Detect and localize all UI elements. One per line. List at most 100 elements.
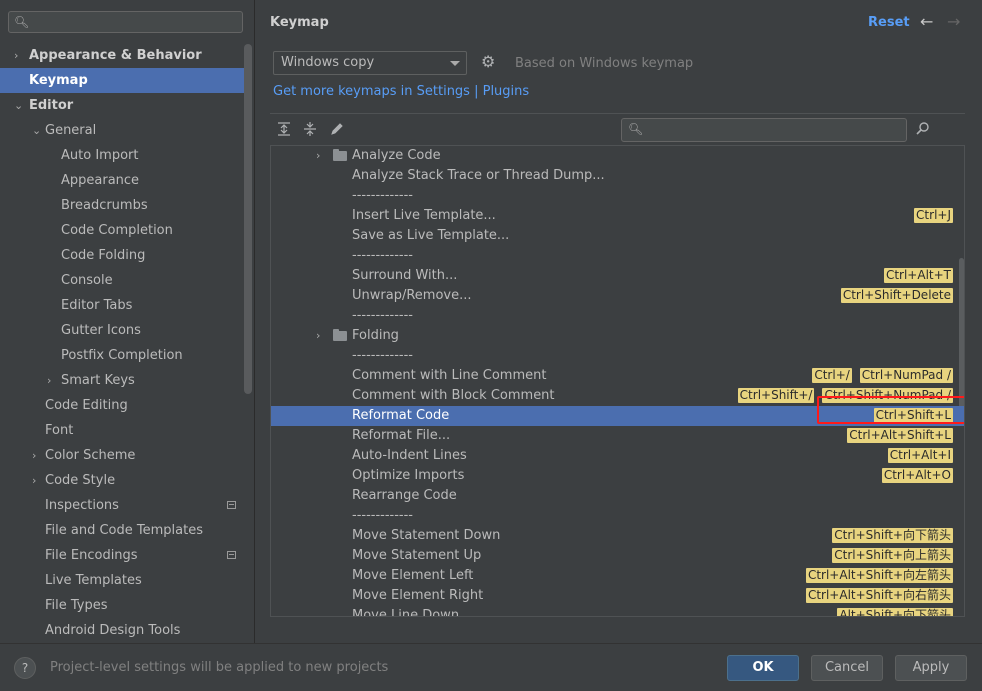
action-row[interactable]: Optimize Imports Ctrl+Alt+O (271, 466, 964, 486)
sidebar-item[interactable]: › Code Style (0, 468, 252, 493)
action-row[interactable]: Rearrange Code (271, 486, 964, 506)
action-name: ------------- (352, 248, 413, 263)
sidebar-item[interactable]: Console (0, 268, 252, 293)
reset-link[interactable]: Reset (868, 15, 910, 30)
forward-arrow-icon[interactable]: → (947, 12, 960, 31)
sidebar-item-label: Editor Tabs (61, 298, 133, 313)
sidebar-item[interactable]: Editor Tabs (0, 293, 252, 318)
more-keymaps-link[interactable]: Get more keymaps in Settings | Plugins (273, 84, 529, 99)
action-row[interactable]: ------------- (271, 306, 964, 326)
chevron-right-icon[interactable]: › (32, 443, 36, 468)
sidebar-item-label: Postfix Completion (61, 348, 183, 363)
action-row[interactable]: Unwrap/Remove... Ctrl+Shift+Delete (271, 286, 964, 306)
ok-button[interactable]: OK (727, 655, 799, 681)
sidebar-item[interactable]: Auto Import (0, 143, 252, 168)
action-name: Comment with Line Comment (352, 368, 547, 383)
action-name: Rearrange Code (352, 488, 457, 503)
apply-button[interactable]: Apply (895, 655, 967, 681)
action-name: Reformat File... (352, 428, 451, 443)
action-name: Move Line Down (352, 608, 460, 617)
keymap-select[interactable]: Windows copy (273, 51, 467, 75)
sidebar-item-label: Color Scheme (45, 448, 136, 463)
sidebar-item[interactable]: File Encodings (0, 543, 252, 568)
chevron-right-icon[interactable]: › (14, 43, 18, 68)
action-row[interactable]: ------------- (271, 346, 964, 366)
edit-icon[interactable] (329, 122, 345, 138)
sidebar-item-label: Appearance (61, 173, 140, 188)
chevron-down-icon[interactable]: ⌄ (14, 93, 23, 118)
help-button[interactable]: ? (14, 657, 36, 679)
settings-search-input[interactable]: 🔍︎ (8, 11, 243, 33)
action-group-row[interactable]: › Analyze Code (271, 146, 964, 166)
action-row[interactable]: ------------- (271, 186, 964, 206)
action-row[interactable]: Reformat Code Ctrl+Shift+L (271, 406, 964, 426)
keymap-panel: Keymap Reset ← → Windows copy ⚙ Based on… (255, 0, 982, 643)
chevron-right-icon[interactable]: › (316, 326, 320, 346)
action-row[interactable]: Move Statement Down Ctrl+Shift+向下箭头 (271, 526, 964, 546)
shortcut-badge: Ctrl+Shift+/ (737, 388, 815, 403)
sidebar-item[interactable]: Font (0, 418, 252, 443)
action-row[interactable]: Auto-Indent Lines Ctrl+Alt+I (271, 446, 964, 466)
sidebar-item[interactable]: Postfix Completion (0, 343, 252, 368)
sidebar-scrollbar[interactable] (244, 44, 252, 394)
sidebar-item[interactable]: › Smart Keys (0, 368, 252, 393)
sidebar-item[interactable]: Code Completion (0, 218, 252, 243)
action-row[interactable]: Insert Live Template... Ctrl+J (271, 206, 964, 226)
page-title: Keymap (270, 15, 329, 30)
action-name: ------------- (352, 308, 413, 323)
chevron-down-icon[interactable]: ⌄ (32, 118, 41, 143)
sidebar-item[interactable]: Appearance (0, 168, 252, 193)
find-shortcut-icon[interactable] (915, 121, 931, 141)
action-row[interactable]: Comment with Block Comment Ctrl+Shift+/Ct… (271, 386, 964, 406)
cancel-button[interactable]: Cancel (811, 655, 883, 681)
sidebar-item[interactable]: Code Folding (0, 243, 252, 268)
expand-all-icon[interactable] (276, 122, 292, 138)
action-row[interactable]: Move Statement Up Ctrl+Shift+向上箭头 (271, 546, 964, 566)
action-name: ------------- (352, 188, 413, 203)
action-row[interactable]: Move Line Down Alt+Shift+向下箭头 (271, 606, 964, 617)
sidebar-item-label: Live Templates (45, 573, 142, 588)
action-row[interactable]: Comment with Line Comment Ctrl+/ Ctrl+NumP… (271, 366, 964, 386)
sidebar-item[interactable]: Inspections (0, 493, 252, 518)
action-row[interactable]: ------------- (271, 246, 964, 266)
action-row[interactable]: Analyze Stack Trace or Thread Dump... (271, 166, 964, 186)
sidebar-item[interactable]: File and Code Templates (0, 518, 252, 543)
collapse-all-icon[interactable] (302, 122, 318, 138)
sidebar-item[interactable]: Live Templates (0, 568, 252, 593)
action-row[interactable]: Move Element Left Ctrl+Alt+Shift+向左箭头 (271, 566, 964, 586)
chevron-right-icon[interactable]: › (32, 468, 36, 493)
sidebar-item-label: Editor (29, 98, 74, 113)
chevron-right-icon[interactable]: › (316, 146, 320, 166)
shortcut-list: Ctrl+Shift+/ Ctrl+Shift+NumPad / (737, 388, 953, 404)
shortcut-badge: Ctrl+NumPad / (859, 368, 953, 383)
action-row[interactable]: Surround With... Ctrl+Alt+T (271, 266, 964, 286)
action-row[interactable]: Reformat File... Ctrl+Alt+Shift+L (271, 426, 964, 446)
keymap-search-input[interactable]: 🔍︎ (621, 118, 907, 142)
shortcut-badge: Ctrl+Shift+向下箭头 (832, 528, 953, 543)
sidebar-item[interactable]: ⌄ Editor (0, 93, 252, 118)
sidebar-item[interactable]: Keymap (0, 68, 252, 93)
sidebar-item[interactable]: Breadcrumbs (0, 193, 252, 218)
sidebar-item-label: Smart Keys (61, 373, 135, 388)
sidebar-item-label: Android Design Tools (45, 623, 181, 638)
back-arrow-icon[interactable]: ← (920, 12, 933, 31)
sidebar-item[interactable]: File Types (0, 593, 252, 618)
gear-icon[interactable]: ⚙ (481, 52, 495, 71)
shortcut-list: Ctrl+Alt+T (883, 268, 953, 284)
action-group-row[interactable]: › Folding (271, 326, 964, 346)
shortcut-list: Ctrl+/ Ctrl+NumPad / (812, 368, 953, 384)
sidebar-item-label: Keymap (29, 73, 88, 88)
sidebar-item[interactable]: › Color Scheme (0, 443, 252, 468)
action-row[interactable]: Save as Live Template... (271, 226, 964, 246)
chevron-right-icon[interactable]: › (47, 368, 51, 393)
shortcut-list: Ctrl+Alt+Shift+向右箭头 (805, 588, 953, 604)
action-name: Folding (352, 328, 399, 343)
action-name: ------------- (352, 508, 413, 523)
sidebar-item[interactable]: Gutter Icons (0, 318, 252, 343)
action-row[interactable]: Move Element Right Ctrl+Alt+Shift+向右箭头 (271, 586, 964, 606)
sidebar-item[interactable]: ⌄ General (0, 118, 252, 143)
sidebar-item[interactable]: › Appearance & Behavior (0, 43, 252, 68)
sidebar-item[interactable]: Code Editing (0, 393, 252, 418)
action-row[interactable]: ------------- (271, 506, 964, 526)
sidebar-item[interactable]: Android Design Tools (0, 618, 252, 643)
